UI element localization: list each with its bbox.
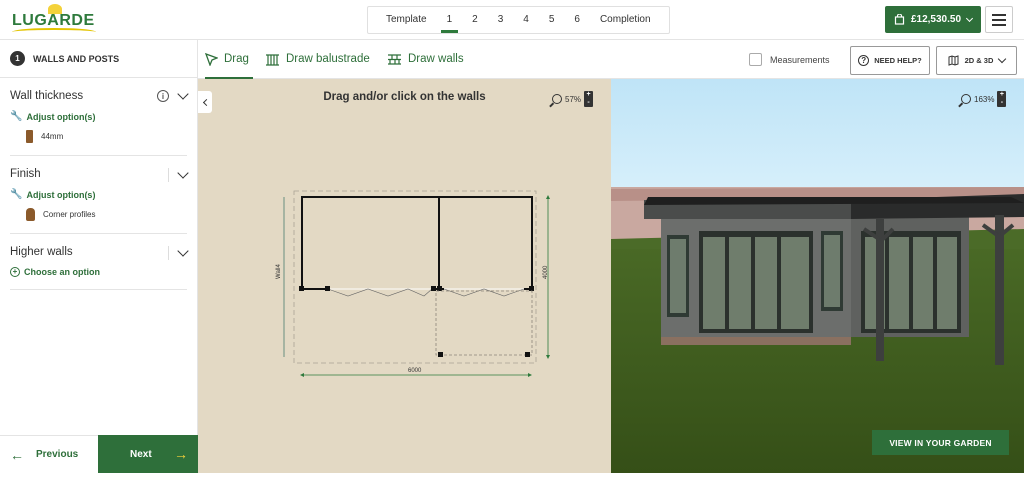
step-3[interactable]: 3 — [488, 7, 514, 33]
zoom-control-3d: 163% + - — [961, 91, 1007, 107]
step-6[interactable]: 6 — [564, 7, 590, 33]
cursor-arrow-icon — [205, 52, 218, 66]
measurements-toggle[interactable]: Measurements — [749, 53, 830, 66]
map-icon — [948, 55, 959, 66]
wall-thickness-section: Wall thickness i 🔧 Adjust option(s) 44mm — [10, 78, 189, 156]
step-title: WALLS AND POSTS — [33, 53, 120, 64]
question-circle-icon: ? — [858, 55, 870, 66]
step-navigation: Template 1 2 3 4 5 6 Completion — [367, 6, 670, 34]
preview-3d[interactable]: 163% + - VIEW IN YOUR GARDEN — [611, 79, 1024, 473]
wall-label: Wall4 — [276, 264, 282, 279]
wrench-icon: 🔧 — [10, 189, 23, 200]
draw-balustrade-tool[interactable]: Draw balustrade — [265, 40, 370, 78]
selected-option: 44mm — [26, 130, 187, 143]
building-walls[interactable] — [301, 196, 533, 290]
plus-circle-icon: + — [10, 267, 20, 277]
veranda-post[interactable] — [438, 352, 443, 357]
arrow-left-icon: ← — [10, 446, 24, 463]
dimension-depth: 4000 — [543, 265, 549, 279]
step-5[interactable]: 5 — [539, 7, 565, 33]
step-completion[interactable]: Completion — [590, 7, 661, 33]
drawing-toolbar: Drag Draw balustrade Draw walls Measurem… — [198, 40, 1024, 79]
logo-arc-icon — [12, 28, 96, 36]
step-1[interactable]: 1 — [437, 7, 463, 33]
higher-walls-title: Higher walls — [10, 246, 73, 258]
veranda-outline — [435, 290, 533, 356]
brick-wall-icon — [388, 53, 401, 65]
selected-option: Corner profiles — [26, 208, 187, 221]
zoom-control-2d: 57% + - — [552, 91, 594, 107]
zoom-stepper[interactable]: + - — [997, 91, 1007, 107]
magnifier-icon — [552, 94, 562, 104]
arrow-right-icon: → — [174, 446, 188, 462]
menu-icon — [992, 13, 1006, 16]
finish-title: Finish — [10, 168, 41, 180]
step-2[interactable]: 2 — [462, 7, 488, 33]
plan-instruction: Drag and/or click on the walls — [323, 91, 486, 103]
veranda-post — [995, 215, 1004, 365]
wood-plank-icon — [26, 130, 33, 143]
higher-walls-section: Higher walls + Choose an option — [10, 234, 189, 290]
folding-doors-left[interactable] — [327, 288, 433, 297]
zoom-level: 163% — [974, 94, 995, 104]
garden-room-render[interactable] — [611, 79, 1024, 473]
next-button[interactable]: Next → — [98, 435, 198, 473]
chevron-down-icon[interactable] — [177, 245, 189, 257]
previous-button[interactable]: ← Previous — [0, 435, 98, 473]
adjust-options-link[interactable]: 🔧 Adjust option(s) — [10, 189, 187, 200]
zoom-level: 57% — [565, 94, 582, 104]
view-mode-select[interactable]: 2D & 3D — [936, 46, 1017, 75]
step-template[interactable]: Template — [376, 7, 437, 33]
chevron-down-icon[interactable] — [177, 88, 189, 100]
need-help-button[interactable]: ? NEED HELP? — [850, 46, 930, 75]
cart-price: £12,530.50 — [910, 14, 962, 25]
floor-plan-2d[interactable]: Drag and/or click on the walls 57% + - Wa… — [198, 79, 611, 473]
lugarde-logo[interactable]: LUGARDE — [12, 4, 96, 36]
dimension-width: 6000 — [408, 368, 422, 374]
step-4[interactable]: 4 — [513, 7, 539, 33]
floor-plan-drawing[interactable]: Wall4 4000 6000 — [272, 179, 562, 389]
hamburger-menu-button[interactable] — [985, 6, 1013, 33]
options-sidebar: 1 WALLS AND POSTS Wall thickness i 🔧 Adj… — [0, 40, 198, 435]
info-icon[interactable]: i — [157, 90, 169, 102]
view-in-your-garden-button[interactable]: VIEW IN YOUR GARDEN — [872, 430, 1009, 455]
adjust-options-link[interactable]: 🔧 Adjust option(s) — [10, 111, 187, 122]
post[interactable] — [437, 286, 442, 291]
cart-icon — [894, 14, 905, 25]
step-number-badge: 1 — [10, 51, 25, 66]
plan-outline — [293, 190, 537, 364]
choose-option-link[interactable]: + Choose an option — [10, 267, 187, 277]
post[interactable] — [299, 286, 304, 291]
post[interactable] — [325, 286, 330, 291]
step-heading: 1 WALLS AND POSTS — [0, 40, 197, 78]
chevron-down-icon — [998, 54, 1007, 64]
draw-walls-tool[interactable]: Draw walls — [387, 40, 464, 78]
veranda-post[interactable] — [525, 352, 530, 357]
magnifier-icon — [961, 94, 971, 104]
post[interactable] — [529, 286, 534, 291]
wrench-icon: 🔧 — [10, 111, 23, 122]
bifold-doors-left — [699, 231, 813, 333]
zoom-stepper[interactable]: + - — [584, 91, 594, 107]
finish-section: Finish 🔧 Adjust option(s) Corner profile… — [10, 156, 189, 234]
balustrade-icon — [266, 53, 279, 66]
post[interactable] — [431, 286, 436, 291]
chevron-down-icon — [965, 14, 974, 22]
cart-price-button[interactable]: £12,530.50 — [885, 6, 981, 33]
top-header: LUGARDE Template 1 2 3 4 5 6 Completion … — [0, 0, 1024, 40]
measurements-checkbox[interactable] — [749, 53, 762, 66]
chevron-down-icon[interactable] — [177, 167, 189, 179]
drag-tool[interactable]: Drag — [205, 40, 253, 79]
corner-profile-icon — [26, 208, 35, 221]
folding-doors-right[interactable] — [443, 288, 525, 297]
